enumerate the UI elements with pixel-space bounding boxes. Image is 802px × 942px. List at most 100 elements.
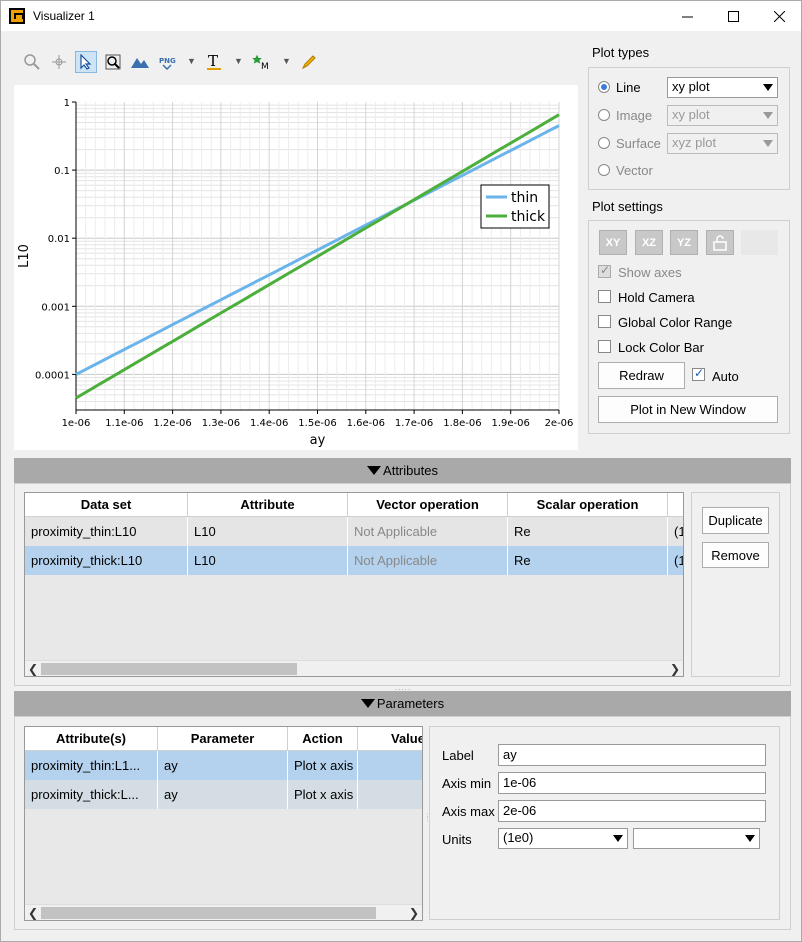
lock-color-bar-checkbox[interactable] bbox=[598, 340, 611, 353]
cell-scalar-op: Re bbox=[508, 517, 668, 546]
hold-camera-label: Hold Camera bbox=[618, 290, 695, 305]
axis-min-input[interactable]: 1e-06 bbox=[498, 772, 766, 794]
minimize-button[interactable] bbox=[664, 1, 710, 31]
axis-max-label: Axis max bbox=[442, 804, 495, 819]
parameters-hscrollbar[interactable]: ❮ ❯ bbox=[25, 904, 422, 920]
cell-attribute: L10 bbox=[188, 546, 348, 575]
lock-view-button[interactable] bbox=[706, 230, 734, 255]
global-color-range-checkbox[interactable] bbox=[598, 315, 611, 328]
table-row[interactable]: proximity_thin:L10 L10 Not Applicable Re… bbox=[25, 517, 683, 546]
splitter-grip[interactable]: .... bbox=[425, 813, 434, 822]
hold-camera-checkbox[interactable] bbox=[598, 290, 611, 303]
cell-parameter: ay bbox=[158, 751, 288, 780]
marker-icon[interactable]: M bbox=[251, 51, 273, 73]
scroll-thumb[interactable] bbox=[41, 663, 297, 675]
col-action[interactable]: Action bbox=[288, 727, 358, 751]
svg-text:T: T bbox=[208, 53, 218, 70]
view-xz-button[interactable]: XZ bbox=[635, 230, 663, 255]
line-plot-combo[interactable]: xy plot bbox=[667, 77, 778, 98]
zoom-icon[interactable] bbox=[21, 51, 43, 73]
y-tick-label: 1 bbox=[64, 98, 70, 109]
cell-scalar-op: Re bbox=[508, 546, 668, 575]
auto-label: Auto bbox=[712, 369, 739, 384]
maximize-button[interactable] bbox=[710, 1, 756, 31]
table-row-selected[interactable]: proximity_thick:L10 L10 Not Applicable R… bbox=[25, 546, 683, 575]
attributes-hscrollbar[interactable]: ❮ ❯ bbox=[25, 660, 683, 676]
col-data-set[interactable]: Data set bbox=[25, 493, 188, 517]
image-radio[interactable] bbox=[598, 109, 610, 121]
cell-value bbox=[358, 780, 422, 809]
cell-attributes: proximity_thick:L... bbox=[25, 780, 158, 809]
mountain-icon[interactable] bbox=[129, 51, 151, 73]
chevron-down-icon bbox=[763, 140, 773, 147]
cell-parameter: ay bbox=[158, 780, 288, 809]
view-yz-button[interactable]: YZ bbox=[670, 230, 698, 255]
cell-vector-op: Not Applicable bbox=[348, 517, 508, 546]
col-extra[interactable] bbox=[668, 493, 683, 517]
col-attribute[interactable]: Attribute bbox=[188, 493, 348, 517]
col-scalar-operation[interactable]: Scalar operation bbox=[508, 493, 668, 517]
label-input[interactable]: ay bbox=[498, 744, 766, 766]
col-attributes[interactable]: Attribute(s) bbox=[25, 727, 158, 751]
zoom-box-icon[interactable] bbox=[102, 51, 124, 73]
axis-max-input[interactable]: 2e-06 bbox=[498, 800, 766, 822]
y-tick-label: 0.001 bbox=[41, 302, 70, 313]
png-export-icon[interactable]: PNG bbox=[156, 51, 178, 73]
vector-radio[interactable] bbox=[598, 164, 610, 176]
line-chart[interactable]: 1e-06 1.1e-06 1.2e-06 1.3e-06 1.4e-06 1.5e-06… bbox=[14, 85, 578, 450]
scroll-left-icon[interactable]: ❮ bbox=[28, 662, 38, 676]
units-prefix-combo[interactable] bbox=[633, 828, 760, 849]
remove-button[interactable]: Remove bbox=[702, 542, 769, 568]
table-row-selected[interactable]: proximity_thin:L1... ay Plot x axis bbox=[25, 751, 422, 780]
title-bar: Visualizer 1 bbox=[1, 1, 801, 31]
marker-dropdown-icon[interactable]: ▼ bbox=[282, 56, 291, 66]
scroll-right-icon[interactable]: ❯ bbox=[670, 662, 680, 676]
attributes-table[interactable]: Data set Attribute Vector operation Scal… bbox=[24, 492, 684, 677]
table-row[interactable]: proximity_thick:L... ay Plot x axis bbox=[25, 780, 422, 809]
image-label: Image bbox=[616, 108, 653, 123]
parameters-title: Parameters bbox=[376, 696, 445, 711]
text-icon[interactable]: T bbox=[203, 51, 225, 73]
auto-checkbox[interactable] bbox=[692, 366, 705, 381]
col-vector-operation[interactable]: Vector operation bbox=[348, 493, 508, 517]
image-plot-combo-value: xy plot bbox=[672, 107, 710, 122]
y-tick-label: 0.01 bbox=[48, 234, 70, 245]
pan-icon[interactable] bbox=[48, 51, 70, 73]
close-icon bbox=[773, 10, 785, 22]
redraw-button[interactable]: Redraw bbox=[598, 362, 685, 389]
visualizer-window: Visualizer 1 PNG ▼ T ▼ M ▼ 1e-06 1.1e-06… bbox=[0, 0, 802, 942]
scroll-left-icon[interactable]: ❮ bbox=[28, 906, 38, 920]
surface-radio[interactable] bbox=[598, 137, 610, 149]
col-value[interactable]: Value bbox=[358, 727, 422, 751]
line-radio[interactable] bbox=[598, 81, 610, 93]
y-tick-label: 0.1 bbox=[54, 166, 70, 177]
units-combo[interactable]: (1e0) bbox=[498, 828, 628, 849]
plot-canvas[interactable]: 1e-06 1.1e-06 1.2e-06 1.3e-06 1.4e-06 1.5e-06… bbox=[14, 85, 578, 450]
parameters-table[interactable]: Attribute(s) Parameter Action Value prox… bbox=[24, 726, 423, 921]
x-tick-label: 1.4e-06 bbox=[250, 418, 288, 429]
window-title: Visualizer 1 bbox=[33, 9, 95, 23]
label-label: Label bbox=[442, 748, 474, 763]
cell-value bbox=[358, 751, 422, 780]
cell-attributes: proximity_thin:L1... bbox=[25, 751, 158, 780]
close-button[interactable] bbox=[756, 1, 802, 31]
lock-icon bbox=[713, 234, 727, 251]
view-xy-button[interactable]: XY bbox=[599, 230, 627, 255]
duplicate-button[interactable]: Duplicate bbox=[702, 507, 769, 534]
png-dropdown-icon[interactable]: ▼ bbox=[187, 56, 196, 66]
cell-action: Plot x axis bbox=[288, 751, 358, 780]
scroll-right-icon[interactable]: ❯ bbox=[409, 906, 419, 920]
parameters-header[interactable]: Parameters bbox=[14, 691, 791, 716]
text-dropdown-icon[interactable]: ▼ bbox=[234, 56, 243, 66]
pointer-icon[interactable] bbox=[75, 51, 97, 73]
show-axes-checkbox bbox=[598, 263, 611, 278]
scroll-thumb[interactable] bbox=[41, 907, 376, 919]
y-axis-label: L10 bbox=[17, 244, 32, 268]
col-parameter[interactable]: Parameter bbox=[158, 727, 288, 751]
plot-new-window-button[interactable]: Plot in New Window bbox=[598, 396, 778, 423]
legend-label-thin: thin bbox=[511, 190, 538, 206]
chevron-down-icon bbox=[613, 835, 623, 842]
chevron-down-icon bbox=[745, 835, 755, 842]
attributes-header[interactable]: Attributes bbox=[14, 458, 791, 483]
pencil-icon[interactable] bbox=[298, 51, 320, 73]
